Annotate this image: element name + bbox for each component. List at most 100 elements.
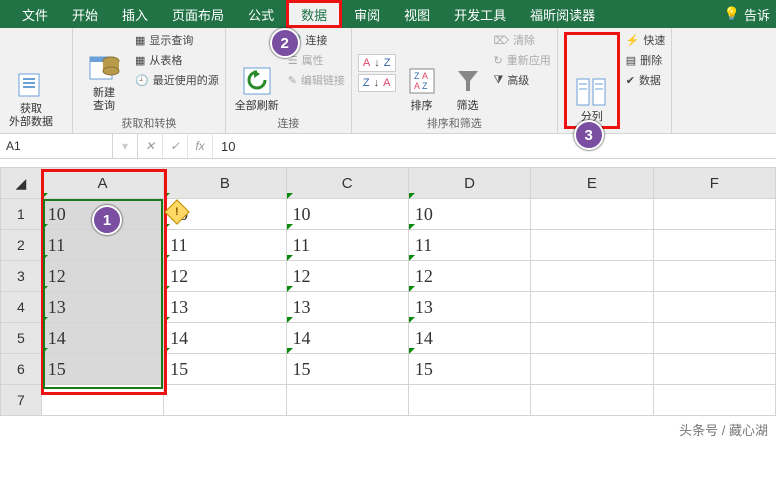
cell[interactable] — [286, 385, 408, 416]
properties-button[interactable]: ☰属性 — [288, 52, 345, 68]
col-F[interactable]: F — [653, 168, 775, 199]
tab-file[interactable]: 文件 — [10, 0, 60, 28]
tab-data[interactable]: 数据 — [286, 0, 342, 28]
cell[interactable]: 12 — [408, 261, 530, 292]
advanced-button[interactable]: ⧩高级 — [494, 72, 551, 88]
cell[interactable] — [531, 261, 653, 292]
cell[interactable]: 11 — [164, 230, 286, 261]
clear-button[interactable]: ⌦清除 — [494, 32, 551, 48]
col-E[interactable]: E — [531, 168, 653, 199]
group-transform-label: 获取和转换 — [79, 113, 219, 131]
cell[interactable] — [531, 385, 653, 416]
svg-text:A: A — [414, 81, 420, 91]
cell[interactable] — [41, 385, 163, 416]
col-C[interactable]: C — [286, 168, 408, 199]
cell[interactable]: 11 — [408, 230, 530, 261]
formula-bar: A1 ▾ ✕ ✓ fx 10 — [0, 134, 776, 159]
cell[interactable]: 13 — [164, 292, 286, 323]
cell[interactable]: 13 — [286, 292, 408, 323]
remove-duplicates-button[interactable]: ▤删除 — [626, 52, 666, 68]
cell[interactable] — [653, 354, 775, 385]
cell[interactable] — [653, 385, 775, 416]
text-to-columns-button[interactable]: 分列 — [569, 37, 615, 124]
formula-value[interactable]: 10 — [213, 134, 776, 158]
cell[interactable]: 12 — [41, 261, 163, 292]
cell[interactable]: 15 — [408, 354, 530, 385]
cell[interactable]: 12 — [164, 261, 286, 292]
cell[interactable] — [653, 261, 775, 292]
row-1[interactable]: 1 — [1, 199, 42, 230]
name-box[interactable]: A1 — [0, 134, 113, 158]
validation-icon: ✔ — [626, 74, 635, 87]
cell[interactable]: 15 — [41, 354, 163, 385]
cell[interactable]: 11 — [286, 230, 408, 261]
col-B[interactable]: B — [164, 168, 286, 199]
cancel-button[interactable]: ✕ — [138, 134, 163, 158]
col-A[interactable]: A — [41, 168, 163, 199]
cell[interactable] — [531, 230, 653, 261]
cell[interactable] — [408, 385, 530, 416]
select-all[interactable]: ◢ — [1, 168, 42, 199]
fx-button[interactable]: fx — [188, 134, 213, 158]
row-2[interactable]: 2 — [1, 230, 42, 261]
cell[interactable] — [653, 199, 775, 230]
cell[interactable]: 14 — [164, 323, 286, 354]
tab-bar: 文件 开始 插入 页面布局 公式 数据 审阅 视图 开发工具 福昕阅读器 💡告诉 — [0, 0, 776, 28]
refresh-icon — [240, 64, 274, 98]
cell[interactable]: 15 — [286, 354, 408, 385]
confirm-button[interactable]: ✓ — [163, 134, 188, 158]
show-queries-icon: ▦ — [135, 34, 145, 47]
cell[interactable] — [653, 323, 775, 354]
recent-sources-button[interactable]: 🕘最近使用的源 — [135, 72, 219, 88]
edit-links-button[interactable]: ✎编辑链接 — [288, 72, 345, 88]
tab-layout[interactable]: 页面布局 — [160, 0, 236, 28]
show-queries-button[interactable]: ▦显示查询 — [135, 32, 219, 48]
cell[interactable] — [164, 385, 286, 416]
cell[interactable]: 14 — [286, 323, 408, 354]
cell[interactable]: 14 — [408, 323, 530, 354]
tab-home[interactable]: 开始 — [60, 0, 110, 28]
cell[interactable] — [531, 323, 653, 354]
cell[interactable] — [531, 354, 653, 385]
col-D[interactable]: D — [408, 168, 530, 199]
filter-button[interactable]: 筛选 — [448, 32, 488, 113]
sort-desc-button[interactable]: Z↓A — [358, 74, 396, 92]
from-table-button[interactable]: ▦从表格 — [135, 52, 219, 68]
reapply-button[interactable]: ↻重新应用 — [494, 52, 551, 68]
advanced-icon: ⧩ — [494, 74, 504, 87]
row-5[interactable]: 5 — [1, 323, 42, 354]
remove-dup-icon: ▤ — [626, 54, 636, 67]
sort-asc-button[interactable]: A↓Z — [358, 54, 396, 72]
spreadsheet-grid[interactable]: ◢ A B C D E F 110101010 211111111 312121… — [0, 167, 776, 416]
tab-formulas[interactable]: 公式 — [236, 0, 286, 28]
callout-1: 1 — [92, 205, 122, 235]
tab-dev[interactable]: 开发工具 — [442, 0, 518, 28]
row-6[interactable]: 6 — [1, 354, 42, 385]
cell[interactable]: 10 — [286, 199, 408, 230]
cell[interactable] — [653, 292, 775, 323]
cell[interactable]: 12 — [286, 261, 408, 292]
row-3[interactable]: 3 — [1, 261, 42, 292]
tab-insert[interactable]: 插入 — [110, 0, 160, 28]
tab-foxit[interactable]: 福昕阅读器 — [518, 0, 607, 28]
cell[interactable]: 14 — [41, 323, 163, 354]
new-query-button[interactable]: 新建 查询 — [79, 32, 129, 113]
cell[interactable]: 13 — [408, 292, 530, 323]
flash-fill-button[interactable]: ⚡快速 — [626, 32, 666, 48]
cell[interactable] — [653, 230, 775, 261]
cell[interactable] — [531, 292, 653, 323]
tab-view[interactable]: 视图 — [392, 0, 442, 28]
get-external-data-button[interactable]: 获取 外部数据 — [6, 32, 56, 129]
row-4[interactable]: 4 — [1, 292, 42, 323]
data-validation-button[interactable]: ✔数据 — [626, 72, 666, 88]
cell[interactable]: 15 — [164, 354, 286, 385]
sort-button[interactable]: ZAAZ 排序 — [402, 32, 442, 113]
cell[interactable]: 10 — [408, 199, 530, 230]
cell[interactable] — [531, 199, 653, 230]
tab-review[interactable]: 审阅 — [342, 0, 392, 28]
tell-me[interactable]: 💡告诉 — [724, 0, 776, 28]
cell[interactable]: 13 — [41, 292, 163, 323]
namebox-dropdown[interactable]: ▾ — [113, 134, 138, 158]
row-7[interactable]: 7 — [1, 385, 42, 416]
edit-links-icon: ✎ — [288, 74, 297, 87]
